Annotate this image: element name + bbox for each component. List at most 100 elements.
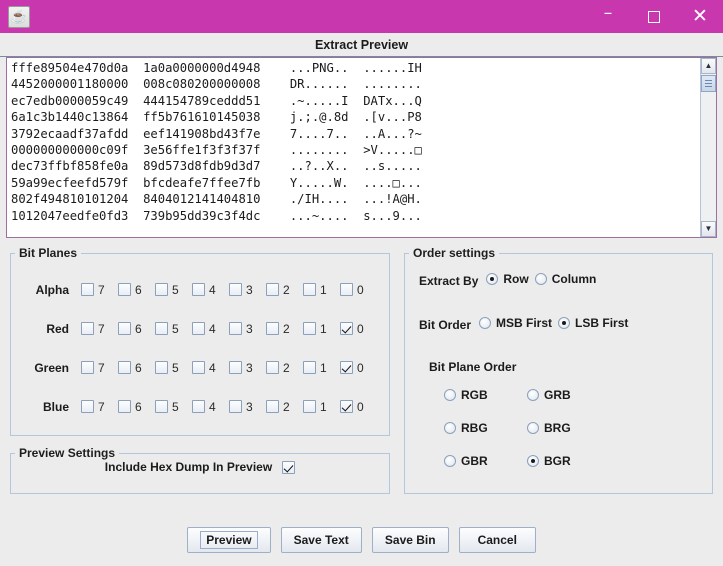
preview-button[interactable]: Preview bbox=[187, 527, 271, 553]
bit-plane-checkbox-red-1[interactable] bbox=[303, 322, 316, 335]
extract-preview-dialog: ☕ – ✕ Extract Preview fffe89504e470d0a 1… bbox=[0, 0, 723, 566]
radio-icon[interactable] bbox=[534, 273, 547, 285]
bit-plane-bit-label: 2 bbox=[283, 321, 290, 336]
bit-order-option-lsb-first[interactable]: LSB First bbox=[558, 316, 628, 330]
bit-plane-checkbox-green-7[interactable] bbox=[81, 361, 94, 374]
minimize-button[interactable]: – bbox=[585, 0, 631, 33]
bit-plane-cell: 4 bbox=[192, 322, 229, 336]
bit-order-option-msb-first[interactable]: MSB First bbox=[479, 316, 552, 330]
bit-plane-checkbox-red-6[interactable] bbox=[118, 322, 131, 335]
scrollbar-track[interactable] bbox=[701, 74, 716, 221]
bit-plane-checkbox-red-4[interactable] bbox=[192, 322, 205, 335]
bit-plane-checkbox-red-2[interactable] bbox=[266, 322, 279, 335]
radio-icon[interactable] bbox=[444, 455, 456, 467]
bit-plane-cell: 3 bbox=[229, 361, 266, 375]
bit-plane-bit-label: 6 bbox=[135, 399, 142, 414]
scroll-down-arrow-icon[interactable]: ▼ bbox=[701, 221, 716, 237]
radio-icon[interactable] bbox=[527, 389, 539, 401]
bit-plane-checkbox-green-6[interactable] bbox=[118, 361, 131, 374]
bit-plane-order-option-rgb[interactable]: RGB bbox=[444, 388, 521, 402]
bit-plane-order-option-rbg[interactable]: RBG bbox=[444, 421, 521, 435]
bit-plane-bit-label: 4 bbox=[209, 282, 216, 297]
bit-plane-checkbox-alpha-4[interactable] bbox=[192, 283, 205, 296]
radio-icon[interactable] bbox=[527, 455, 539, 467]
order-settings-body: Extract By Row Column Bit Order MSB First… bbox=[405, 260, 712, 468]
bit-plane-cell: 7 bbox=[81, 400, 118, 414]
bit-plane-cell: 0 bbox=[340, 283, 377, 297]
page-title: Extract Preview bbox=[0, 33, 723, 57]
close-button[interactable]: ✕ bbox=[677, 0, 723, 33]
bit-plane-order-option-grb[interactable]: GRB bbox=[527, 388, 604, 402]
radio-icon[interactable] bbox=[444, 422, 456, 434]
scroll-up-arrow-icon[interactable]: ▲ bbox=[701, 58, 716, 74]
bit-plane-bit-label: 0 bbox=[357, 282, 364, 297]
bit-plane-cell: 1 bbox=[303, 400, 340, 414]
bit-plane-checkbox-green-2[interactable] bbox=[266, 361, 279, 374]
radio-label: RGB bbox=[461, 388, 488, 402]
bit-plane-cell: 3 bbox=[229, 283, 266, 297]
bit-plane-checkbox-blue-5[interactable] bbox=[155, 400, 168, 413]
bit-plane-checkbox-alpha-6[interactable] bbox=[118, 283, 131, 296]
radio-icon[interactable] bbox=[479, 317, 492, 329]
bit-plane-checkbox-green-0[interactable] bbox=[340, 361, 353, 374]
bit-plane-checkbox-green-3[interactable] bbox=[229, 361, 242, 374]
bit-plane-bit-label: 6 bbox=[135, 360, 142, 375]
bit-planes-panel: Bit Planes Alpha 7 6 5 4 3 2 1 0 Red 7 6 5 4 3 2 1 0 Green… bbox=[10, 246, 390, 436]
maximize-button[interactable] bbox=[631, 0, 677, 33]
bit-plane-checkbox-blue-3[interactable] bbox=[229, 400, 242, 413]
bit-plane-checkbox-alpha-0[interactable] bbox=[340, 283, 353, 296]
bit-plane-bit-label: 0 bbox=[357, 360, 364, 375]
save-text-button-label: Save Text bbox=[293, 533, 349, 547]
window-titlebar: ☕ – ✕ bbox=[0, 0, 723, 33]
bit-plane-channel-label: Green bbox=[34, 360, 69, 375]
bit-plane-checkbox-green-4[interactable] bbox=[192, 361, 205, 374]
preview-settings-legend: Preview Settings bbox=[19, 446, 116, 460]
bit-plane-checkbox-alpha-2[interactable] bbox=[266, 283, 279, 296]
bit-plane-bit-label: 5 bbox=[172, 360, 179, 375]
bit-plane-checkbox-blue-1[interactable] bbox=[303, 400, 316, 413]
bit-plane-checkbox-red-0[interactable] bbox=[340, 322, 353, 335]
bit-plane-order-option-gbr[interactable]: GBR bbox=[444, 454, 521, 468]
bit-plane-row-blue: Blue 7 6 5 4 3 2 1 0 bbox=[19, 387, 381, 426]
bit-plane-checkbox-blue-7[interactable] bbox=[81, 400, 94, 413]
save-text-button[interactable]: Save Text bbox=[280, 527, 362, 553]
bit-plane-checkbox-blue-2[interactable] bbox=[266, 400, 279, 413]
bit-plane-cell: 4 bbox=[192, 400, 229, 414]
bit-plane-checkbox-blue-4[interactable] bbox=[192, 400, 205, 413]
bit-plane-checkbox-blue-6[interactable] bbox=[118, 400, 131, 413]
bit-plane-order-option-brg[interactable]: BRG bbox=[527, 421, 604, 435]
bit-plane-cell: 0 bbox=[340, 400, 377, 414]
include-hex-dump-checkbox[interactable] bbox=[282, 460, 296, 474]
radio-icon[interactable] bbox=[527, 422, 539, 434]
bit-plane-checkbox-alpha-3[interactable] bbox=[229, 283, 242, 296]
bit-plane-checkbox-red-3[interactable] bbox=[229, 322, 242, 335]
bit-plane-order-option-bgr[interactable]: BGR bbox=[527, 454, 604, 468]
right-column: Order settings Extract By Row Column Bit … bbox=[404, 246, 713, 514]
bit-plane-checkbox-alpha-5[interactable] bbox=[155, 283, 168, 296]
radio-icon[interactable] bbox=[486, 273, 499, 285]
extract-by-option-column[interactable]: Column bbox=[534, 272, 596, 286]
cancel-button[interactable]: Cancel bbox=[458, 527, 536, 553]
save-bin-button[interactable]: Save Bin bbox=[371, 527, 449, 553]
bit-plane-bit-label: 6 bbox=[135, 282, 142, 297]
radio-icon[interactable] bbox=[558, 317, 571, 329]
vertical-scrollbar[interactable]: ▲ ▼ bbox=[700, 58, 716, 237]
hex-dump-textarea-container: fffe89504e470d0a 1a0a0000000d4948 ...PNG… bbox=[6, 57, 717, 238]
extract-by-option-row[interactable]: Row bbox=[486, 272, 529, 286]
scrollbar-thumb[interactable] bbox=[701, 75, 716, 92]
dialog-button-bar: Preview Save Text Save Bin Cancel bbox=[0, 514, 723, 566]
bit-plane-row-green: Green 7 6 5 4 3 2 1 0 bbox=[19, 348, 381, 387]
bit-plane-bit-label: 5 bbox=[172, 321, 179, 336]
bit-plane-checkbox-green-5[interactable] bbox=[155, 361, 168, 374]
bit-plane-bit-label: 3 bbox=[246, 282, 253, 297]
bit-plane-checkbox-alpha-7[interactable] bbox=[81, 283, 94, 296]
bit-plane-bit-label: 0 bbox=[357, 399, 364, 414]
bit-plane-checkbox-green-1[interactable] bbox=[303, 361, 316, 374]
bit-plane-checkbox-red-5[interactable] bbox=[155, 322, 168, 335]
bit-plane-checkbox-alpha-1[interactable] bbox=[303, 283, 316, 296]
bit-plane-checkbox-red-7[interactable] bbox=[81, 322, 94, 335]
radio-icon[interactable] bbox=[444, 389, 456, 401]
radio-label: Row bbox=[503, 272, 529, 286]
hex-dump-text[interactable]: fffe89504e470d0a 1a0a0000000d4948 ...PNG… bbox=[7, 58, 700, 237]
bit-plane-checkbox-blue-0[interactable] bbox=[340, 400, 353, 413]
